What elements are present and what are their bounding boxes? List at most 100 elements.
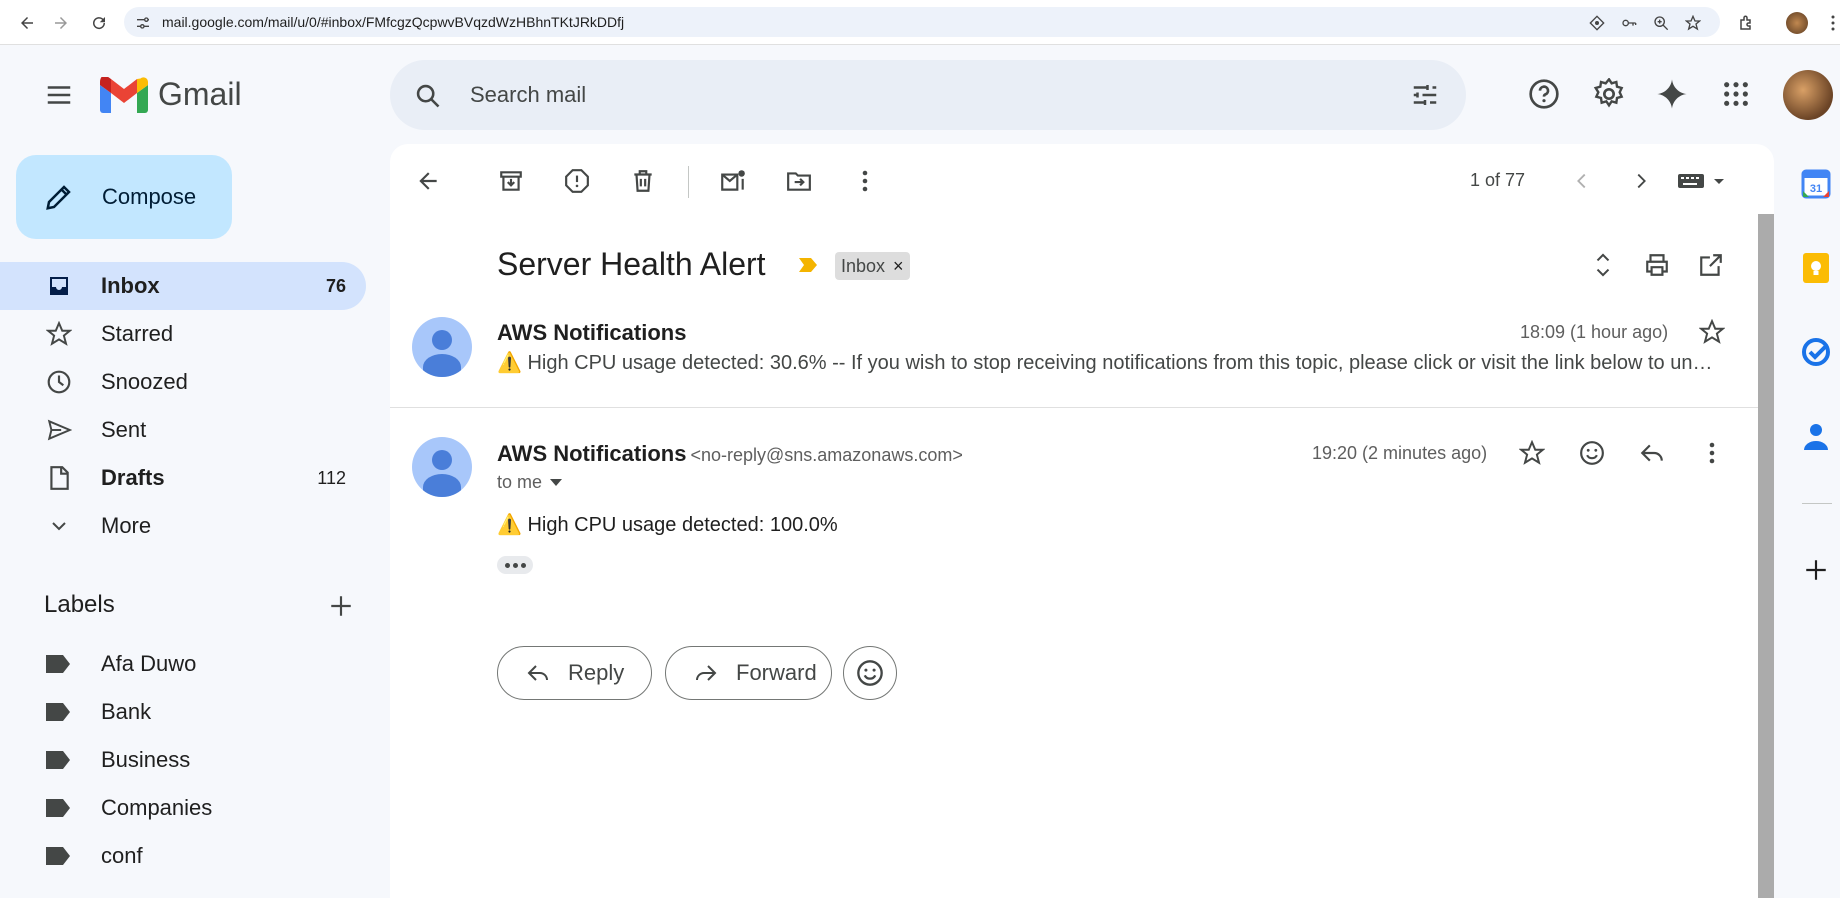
keep-icon[interactable] [1800, 252, 1832, 284]
label-item-bank[interactable]: Bank [0, 688, 366, 736]
back-to-inbox-icon[interactable] [413, 166, 443, 196]
expand-all-icon[interactable] [1588, 250, 1618, 280]
add-reaction-icon[interactable] [1577, 438, 1607, 468]
search-icon[interactable] [414, 82, 442, 115]
add-label-icon[interactable] [328, 593, 354, 624]
star-message-icon[interactable] [1697, 317, 1727, 347]
search-options-icon[interactable] [1410, 80, 1440, 115]
label-tag-icon [46, 751, 70, 769]
pencil-icon [46, 185, 71, 210]
account-avatar[interactable] [1783, 70, 1833, 120]
reply-icon [527, 665, 548, 681]
sidebar-item-drafts[interactable]: Drafts 112 [0, 454, 366, 502]
message-more-icon[interactable] [1697, 438, 1727, 468]
site-info-icon[interactable] [134, 14, 152, 32]
forward-label: Forward [736, 660, 817, 685]
sidebar-item-snoozed[interactable]: Snoozed [0, 358, 366, 406]
more-options-icon[interactable] [850, 166, 880, 196]
scrollbar[interactable] [1758, 214, 1774, 898]
label-item-business[interactable]: Business [0, 736, 366, 784]
calendar-icon[interactable]: 31 [1800, 168, 1832, 200]
message-sender[interactable]: AWS Notifications [497, 320, 686, 346]
reading-pane: 1 of 77 Server Health Alert Inbox × AWS … [390, 144, 1774, 898]
newer-chevron-icon[interactable] [1567, 166, 1597, 196]
help-icon[interactable] [1526, 76, 1562, 112]
address-bar[interactable]: mail.google.com/mail/u/0/#inbox/FMfcgzQc… [124, 7, 1720, 37]
send-icon [44, 415, 74, 445]
sidebar-item-inbox[interactable]: Inbox 76 [0, 262, 366, 310]
sidebar-item-sent[interactable]: Sent [0, 406, 366, 454]
message-time: 19:20 (2 minutes ago) [1312, 443, 1488, 463]
label-item-afa-duwo[interactable]: Afa Duwo [0, 640, 366, 688]
recipient-text: to me [497, 472, 543, 492]
email-subject: Server Health Alert [497, 246, 766, 282]
star-message-icon[interactable] [1517, 438, 1547, 468]
reply-icon[interactable] [1637, 438, 1667, 468]
search-input[interactable] [470, 80, 1370, 110]
sidebar-item-starred[interactable]: Starred [0, 310, 366, 358]
smiley-icon [857, 660, 883, 686]
label-name: conf [101, 843, 143, 868]
tracking-protection-icon[interactable] [1588, 14, 1606, 32]
label-name: Afa Duwo [101, 651, 197, 676]
remove-label-icon[interactable]: × [893, 256, 904, 277]
clock-icon [44, 367, 74, 397]
contacts-icon[interactable] [1800, 420, 1832, 452]
sidebar-item-label: Snoozed [101, 369, 188, 394]
add-addon-icon[interactable] [1800, 554, 1832, 586]
search-bar[interactable] [390, 60, 1466, 130]
archive-icon[interactable] [496, 166, 526, 196]
sidebar-item-label: Drafts [101, 465, 165, 490]
label-tag-icon [46, 847, 70, 865]
label-list: Afa Duwo Bank Business Companies conf [0, 640, 366, 880]
label-chip-text: Inbox [841, 255, 886, 276]
zoom-icon[interactable] [1652, 14, 1670, 32]
back-icon[interactable] [16, 12, 38, 34]
report-spam-icon[interactable] [562, 166, 592, 196]
forward-button[interactable]: Forward [665, 646, 832, 700]
forward-icon [696, 665, 717, 681]
bookmark-star-icon[interactable] [1684, 14, 1702, 32]
sender-email: <no-reply@sns.amazonaws.com> [690, 445, 963, 465]
sender-avatar[interactable] [412, 317, 472, 377]
chevron-down-icon [44, 511, 74, 541]
importance-marker-icon[interactable] [797, 256, 819, 279]
gemini-sparkle-icon[interactable] [1654, 76, 1690, 112]
older-chevron-icon[interactable] [1626, 166, 1656, 196]
show-trimmed-content-button[interactable] [497, 556, 533, 574]
sender-avatar[interactable] [412, 437, 472, 497]
reload-icon[interactable] [88, 12, 110, 34]
inbox-icon [44, 271, 74, 301]
recipient-details[interactable]: to me [497, 472, 563, 493]
compose-label: Compose [102, 184, 197, 209]
tasks-icon[interactable] [1800, 336, 1832, 368]
reply-button[interactable]: Reply [497, 646, 652, 700]
print-icon[interactable] [1642, 250, 1672, 280]
compose-button[interactable]: Compose [16, 155, 232, 239]
sidebar-item-more[interactable]: More [0, 502, 366, 550]
gmail-logo[interactable]: Gmail [100, 76, 242, 113]
main-menu-icon[interactable] [44, 80, 74, 110]
input-tools-keyboard-icon[interactable] [1674, 166, 1734, 196]
forward-icon[interactable] [50, 12, 72, 34]
move-to-icon[interactable] [784, 166, 814, 196]
label-item-conf[interactable]: conf [0, 832, 366, 880]
apps-grid-icon[interactable] [1718, 76, 1754, 112]
extensions-icon[interactable] [1736, 12, 1758, 34]
browser-toolbar: mail.google.com/mail/u/0/#inbox/FMfcgzQc… [0, 0, 1840, 45]
message-snippet[interactable]: ⚠️ High CPU usage detected: 30.6% -- If … [497, 350, 1719, 375]
delete-icon[interactable] [628, 166, 658, 196]
message-sender[interactable]: AWS Notifications <no-reply@sns.amazonaws… [497, 441, 963, 467]
settings-gear-icon[interactable] [1591, 76, 1627, 112]
mark-unread-icon[interactable] [718, 166, 748, 196]
emoji-react-button[interactable] [843, 646, 897, 700]
label-name: Business [101, 747, 191, 772]
profile-avatar[interactable] [1786, 12, 1808, 34]
password-key-icon[interactable] [1620, 14, 1638, 32]
label-item-companies[interactable]: Companies [0, 784, 366, 832]
url-text: mail.google.com/mail/u/0/#inbox/FMfcgzQc… [162, 14, 625, 30]
open-in-new-window-icon[interactable] [1696, 250, 1726, 280]
browser-menu-icon[interactable] [1822, 12, 1840, 34]
message-divider [390, 407, 1758, 408]
label-name: Companies [101, 795, 213, 820]
